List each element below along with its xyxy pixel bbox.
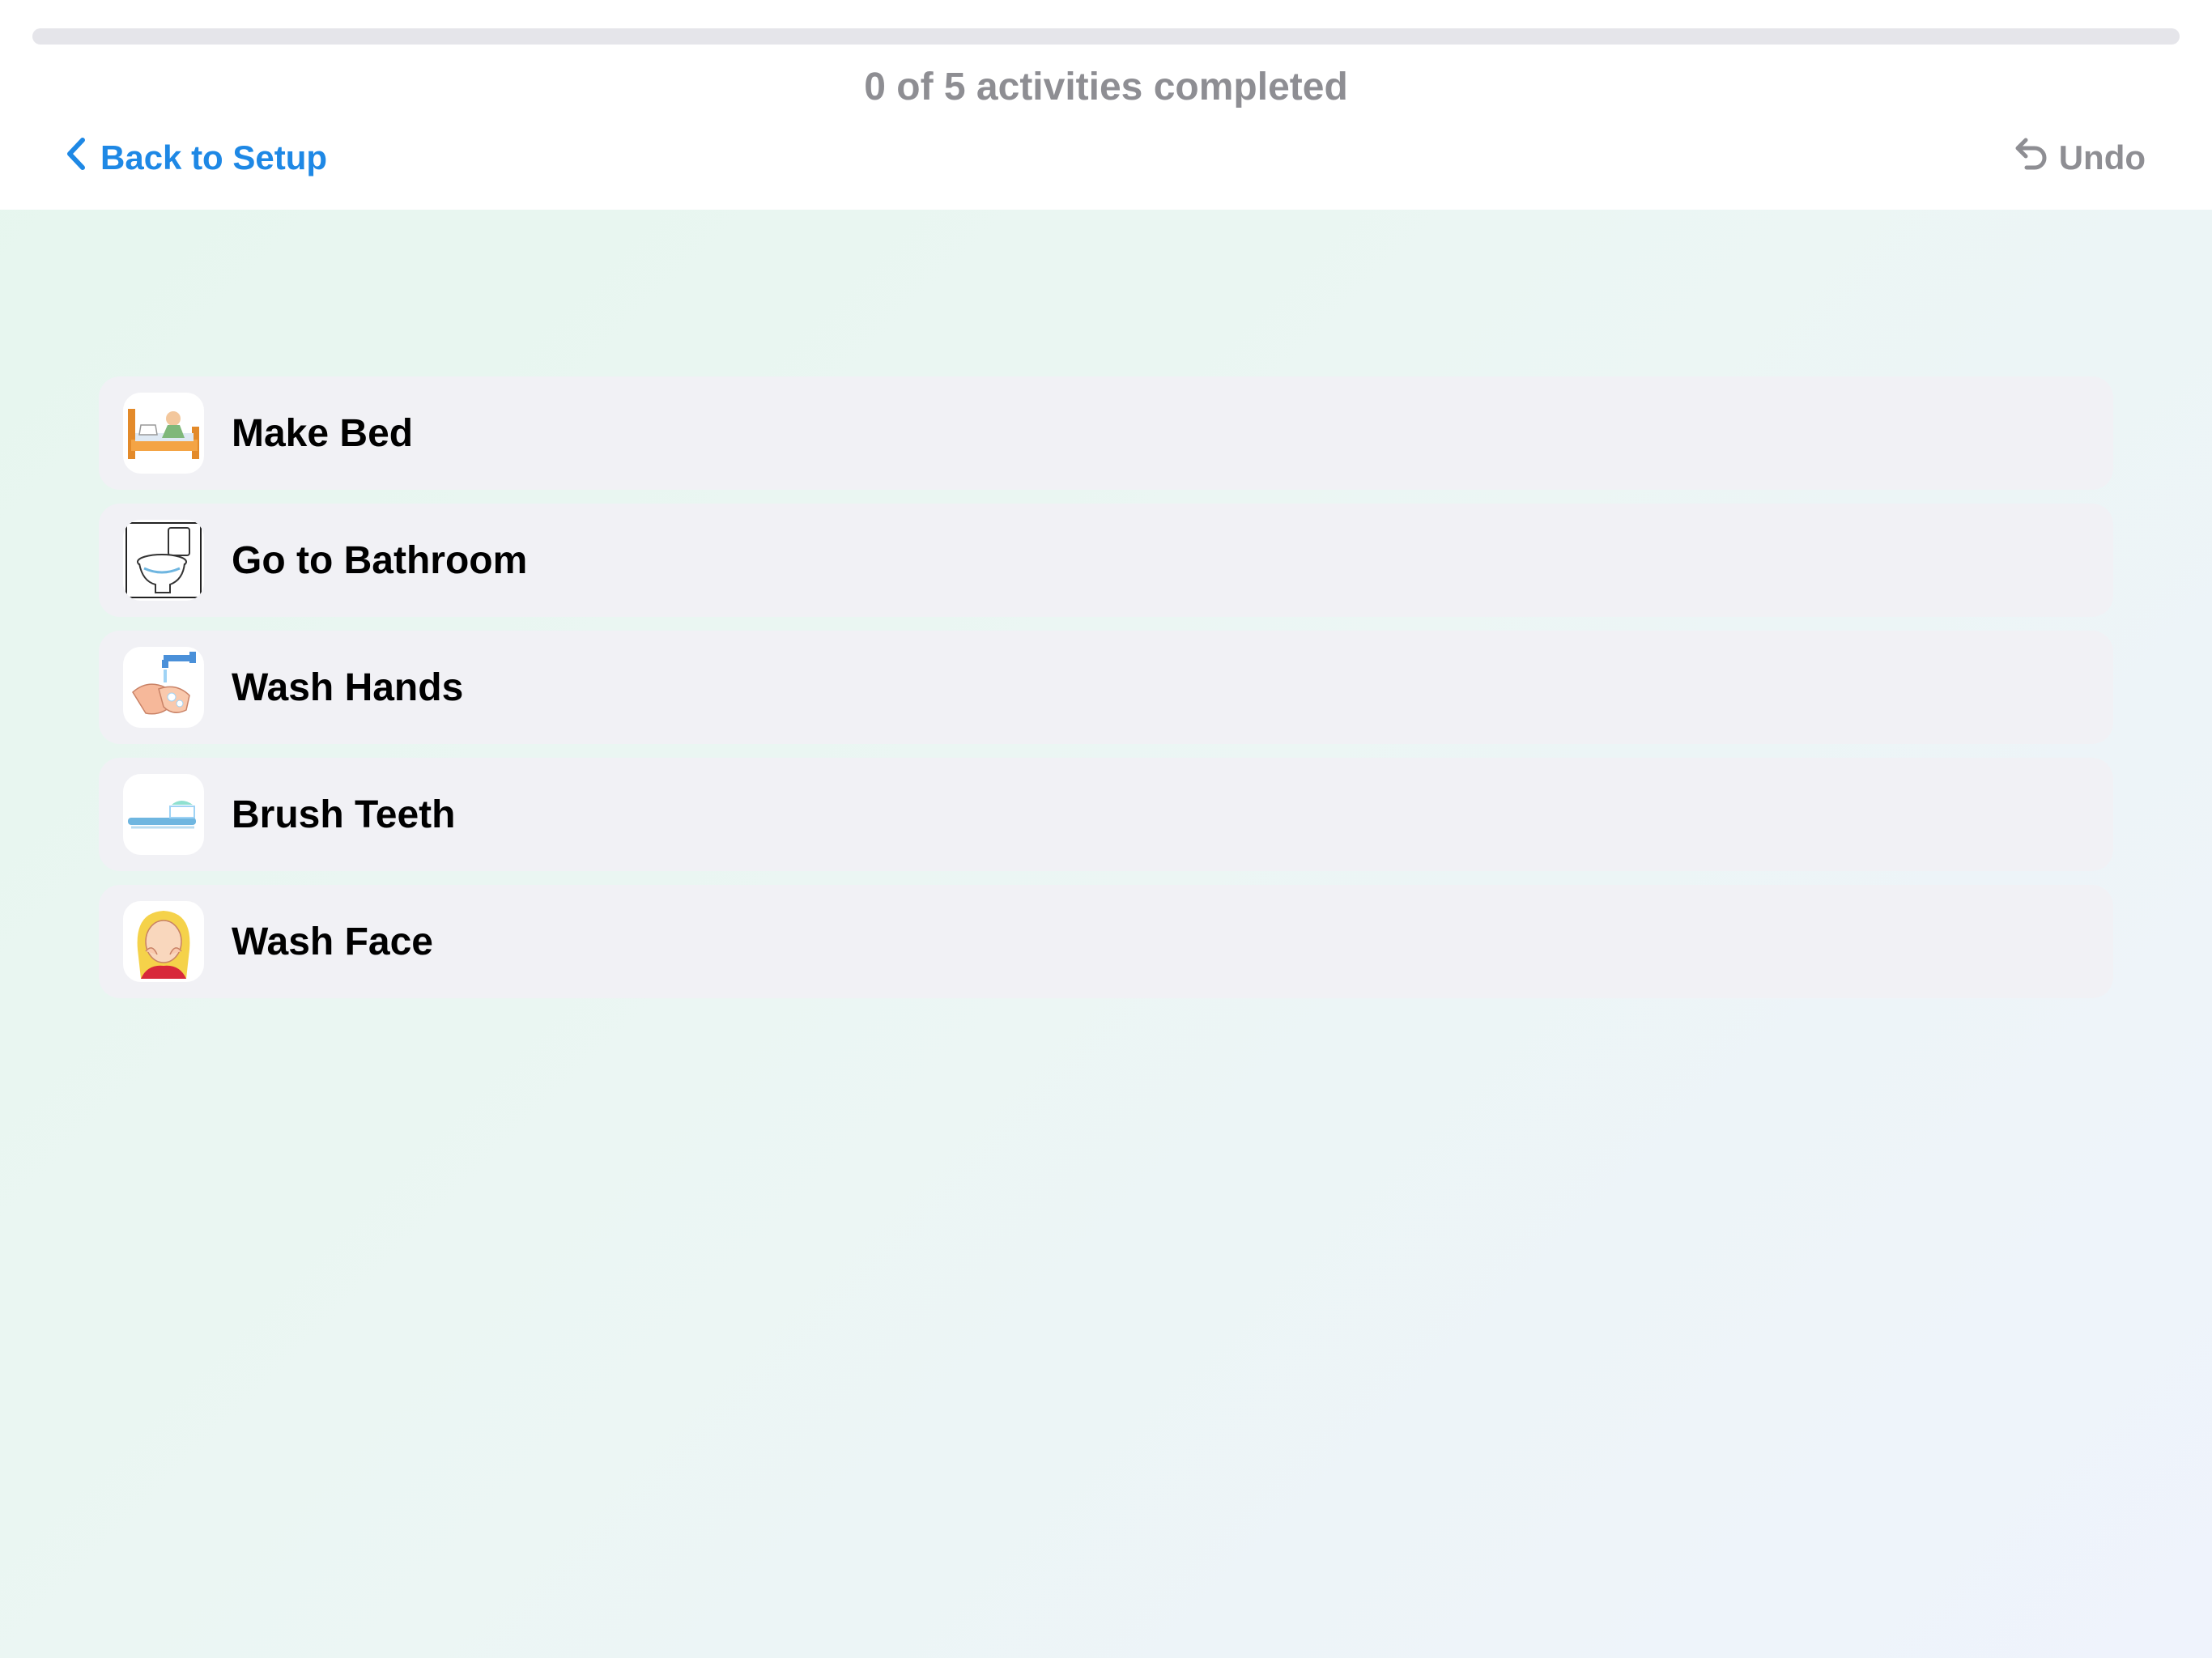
back-to-setup-label: Back to Setup bbox=[100, 138, 328, 176]
progress-bar bbox=[32, 28, 2180, 45]
undo-icon bbox=[2012, 135, 2059, 181]
wash-face-icon bbox=[123, 901, 204, 982]
activity-row-wash-hands[interactable]: Wash Hands bbox=[99, 631, 2113, 744]
wash-hands-icon bbox=[123, 647, 204, 728]
back-to-setup-button[interactable]: Back to Setup bbox=[65, 130, 327, 186]
toothbrush-icon bbox=[123, 774, 204, 855]
progress-text: 0 of 5 activities completed bbox=[864, 66, 1348, 108]
activity-label: Brush Teeth bbox=[232, 793, 456, 836]
top-bar: 0 of 5 activities completed Back to Setu… bbox=[0, 0, 2212, 210]
undo-button[interactable]: Undo bbox=[2012, 130, 2146, 186]
activity-row-wash-face[interactable]: Wash Face bbox=[99, 885, 2113, 998]
activity-label: Go to Bathroom bbox=[232, 538, 528, 582]
activity-list: Make Bed Go to Bathroom Wash Hands Brush… bbox=[99, 376, 2113, 1012]
activity-label: Wash Hands bbox=[232, 665, 464, 709]
undo-label: Undo bbox=[2058, 138, 2146, 176]
activity-label: Wash Face bbox=[232, 920, 433, 963]
activity-row-brush-teeth[interactable]: Brush Teeth bbox=[99, 758, 2113, 871]
make-bed-icon bbox=[123, 393, 204, 474]
activity-row-make-bed[interactable]: Make Bed bbox=[99, 376, 2113, 490]
chevron-left-icon bbox=[65, 137, 100, 179]
toilet-icon bbox=[123, 520, 204, 601]
activity-label: Make Bed bbox=[232, 411, 414, 455]
activity-row-go-to-bathroom[interactable]: Go to Bathroom bbox=[99, 504, 2113, 617]
